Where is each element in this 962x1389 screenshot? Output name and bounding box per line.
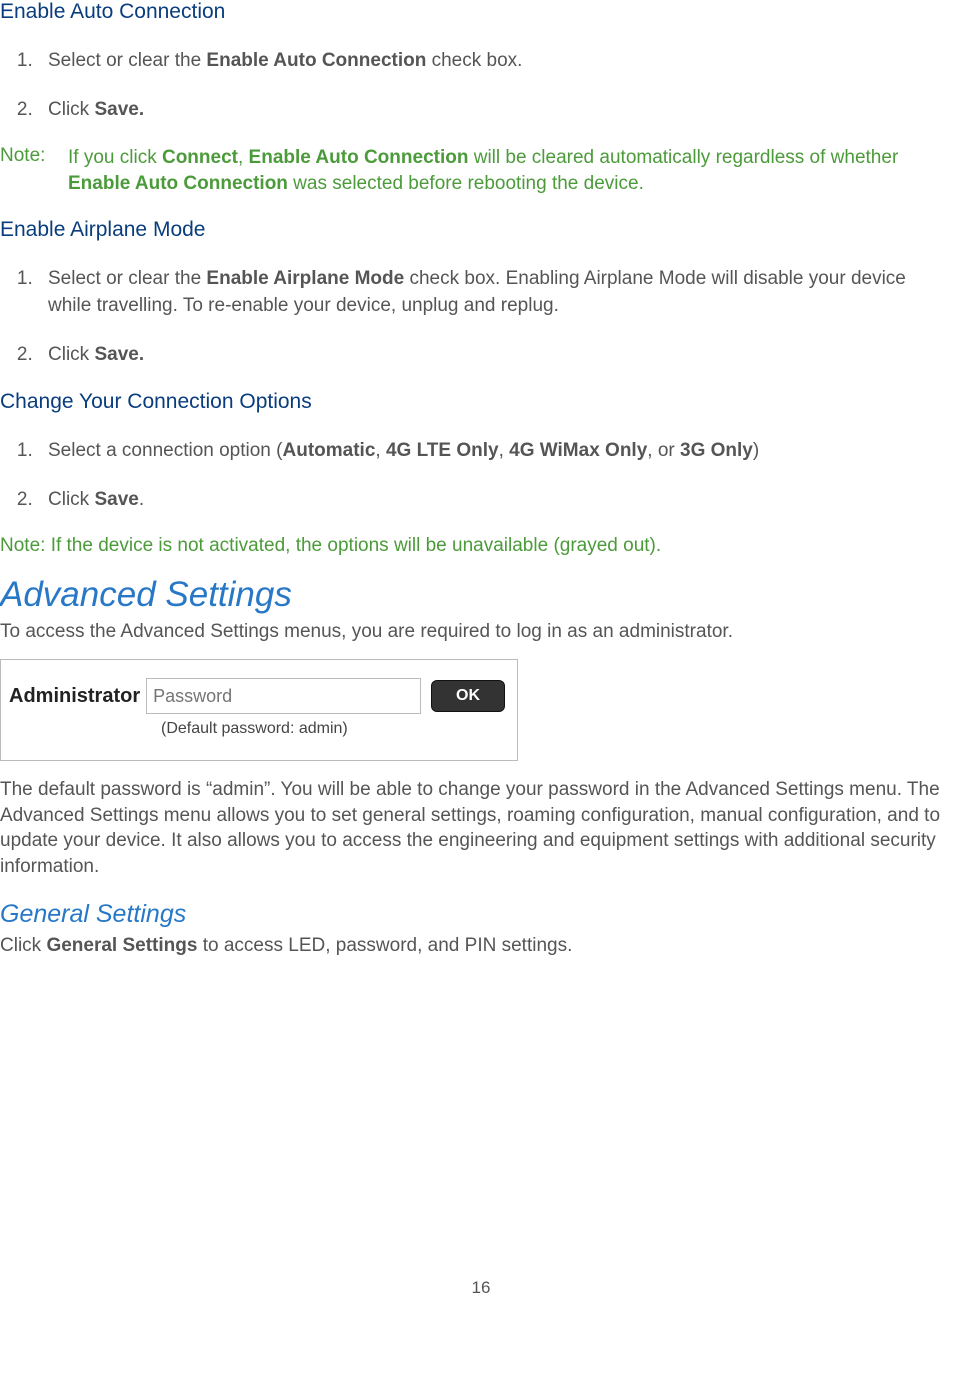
ok-button[interactable]: OK <box>431 680 505 712</box>
admin-label: Administrator <box>9 685 140 708</box>
step-bold: Enable Auto Connection <box>206 50 426 71</box>
step-text: Click <box>48 99 94 120</box>
heading-general-settings: General Settings <box>0 900 962 929</box>
list-item: Select a connection option (Automatic, 4… <box>38 438 962 465</box>
note-device-not-activated: Note: If the device is not activated, th… <box>0 535 962 557</box>
enable-auto-connection-steps: Select or clear the Enable Auto Connecti… <box>38 48 962 123</box>
list-item: Select or clear the Enable Airplane Mode… <box>38 266 962 319</box>
enable-airplane-mode-steps: Select or clear the Enable Airplane Mode… <box>38 266 962 368</box>
step-text: Select or clear the <box>48 268 206 289</box>
note-auto-connection: Note: If you click Connect, Enable Auto … <box>0 145 962 196</box>
step-bold: Save. <box>94 99 144 120</box>
list-item: Click Save. <box>38 487 962 514</box>
step-bold: Enable Airplane Mode <box>206 268 404 289</box>
note-text: If you click Connect, Enable Auto Connec… <box>68 145 962 196</box>
heading-change-connection-options: Change Your Connection Options <box>0 390 962 414</box>
heading-advanced-settings: Advanced Settings <box>0 575 962 615</box>
step-text: check box. <box>426 50 522 71</box>
page-number: 16 <box>0 1278 962 1318</box>
admin-password-input[interactable] <box>146 678 421 714</box>
note-label: Note: <box>0 145 68 196</box>
list-item: Click Save. <box>38 342 962 369</box>
general-body: Click General Settings to access LED, pa… <box>0 933 962 959</box>
admin-login-box: Administrator OK (Default password: admi… <box>0 659 518 761</box>
step-text: Click <box>48 344 94 365</box>
advanced-body: The default password is “admin”. You wil… <box>0 777 962 880</box>
admin-hint: (Default password: admin) <box>161 720 517 738</box>
change-connection-options-steps: Select a connection option (Automatic, 4… <box>38 438 962 513</box>
heading-enable-airplane-mode: Enable Airplane Mode <box>0 218 962 242</box>
list-item: Select or clear the Enable Auto Connecti… <box>38 48 962 75</box>
step-bold: Save. <box>94 344 144 365</box>
step-text: Select or clear the <box>48 50 206 71</box>
heading-enable-auto-connection: Enable Auto Connection <box>0 0 962 24</box>
advanced-intro: To access the Advanced Settings menus, y… <box>0 619 962 645</box>
list-item: Click Save. <box>38 97 962 124</box>
